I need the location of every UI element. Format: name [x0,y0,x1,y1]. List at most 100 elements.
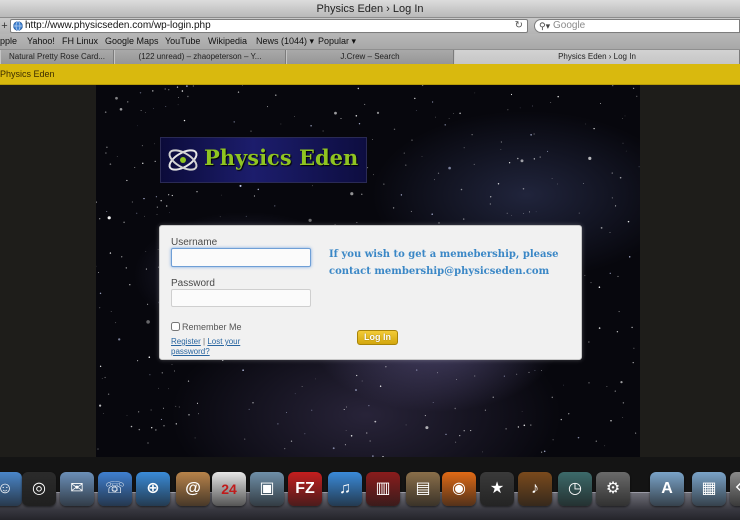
star [165,106,167,107]
star [139,92,142,94]
password-input[interactable] [171,289,311,307]
star [137,125,138,127]
star [160,418,162,420]
star [616,331,619,333]
site-name-link[interactable]: Physics Eden [0,64,55,84]
star [584,275,586,276]
remember-me-label[interactable]: Remember Me [182,321,242,333]
dashboard-icon[interactable]: ◎ [22,472,56,506]
star [421,156,423,158]
star [196,191,198,193]
search-field[interactable]: ⚲▾ Google [534,19,740,33]
time-machine-icon[interactable]: ◷ [558,472,592,506]
register-link[interactable]: Register [171,337,201,346]
star [578,212,580,214]
star [470,430,472,432]
applications-folder-icon[interactable]: A [650,472,684,506]
star [129,284,131,286]
star [520,159,524,163]
address-book-icon[interactable]: @ [176,472,210,506]
star [547,150,549,152]
bookmark-news[interactable]: News (1044) ▾ [256,34,314,49]
star [588,341,590,343]
star [137,360,139,362]
bookmark-fh-linux[interactable]: FH Linux [62,34,98,49]
star [590,282,592,284]
star [168,212,170,213]
star [539,156,541,158]
photo-booth-icon[interactable]: ▥ [366,472,400,506]
bookmark-google-maps[interactable]: Google Maps [105,34,159,49]
bookmark-popular[interactable]: Popular ▾ [318,34,356,49]
itunes-icon[interactable]: ♫ [328,472,362,506]
bookmark-wikipedia[interactable]: Wikipedia [208,34,247,49]
preview-icon[interactable]: ▤ [406,472,440,506]
ical-icon[interactable]: 24 [212,472,246,506]
star [593,127,595,130]
star [332,447,335,450]
star [500,148,502,150]
address-bar[interactable]: http://www.physicseden.com/wp-login.php … [10,19,528,33]
site-logo[interactable]: Physics Eden [160,137,367,183]
star [127,101,129,103]
finder-icon[interactable]: ☺ [0,472,22,506]
documents-folder-icon[interactable]: ▦ [692,472,726,506]
star [379,385,382,387]
filezilla-icon[interactable]: FZ [288,472,322,506]
add-bookmark-button[interactable]: + [0,19,9,33]
trash-icon[interactable]: ⌫ [730,472,740,506]
tab-physics-eden-login[interactable]: Physics Eden › Log In [454,50,740,64]
username-input[interactable] [171,248,311,267]
star [308,218,312,222]
star [615,205,617,207]
star [588,156,592,160]
star [366,432,368,434]
star [310,124,312,127]
star [535,211,537,213]
star [105,152,107,154]
star [373,174,374,176]
tab-jcrew-search[interactable]: J.Crew – Search [286,50,454,64]
tab-natural-pretty-rose[interactable]: Natural Pretty Rose Card... [0,50,114,64]
star [176,86,179,88]
imovie-icon[interactable]: ★ [480,472,514,506]
remember-me-checkbox[interactable] [171,322,180,331]
star [459,112,461,115]
iphoto-icon[interactable]: ▣ [250,472,284,506]
bookmark-youtube[interactable]: YouTube [165,34,200,49]
star [551,178,553,179]
star [598,286,601,288]
mail-icon[interactable]: ✉ [60,472,94,506]
bookmark-yahoo[interactable]: Yahoo! [27,34,55,49]
star [435,116,436,118]
reload-icon[interactable]: ↻ [515,20,523,32]
star [489,196,492,198]
star [415,369,418,371]
star [497,183,500,185]
star [311,409,313,411]
star [521,411,523,413]
tab-unread-mail[interactable]: (122 unread) – zhaopeterson – Y... [114,50,286,64]
star [98,272,100,274]
star [625,150,627,152]
safari-icon[interactable]: ⊕ [136,472,170,506]
star [130,425,133,428]
star [523,424,526,427]
globe-icon [13,21,23,31]
star [622,117,624,119]
star [437,172,440,174]
star [244,438,246,440]
star [126,415,128,416]
star [357,87,360,90]
star [372,139,373,140]
garageband-icon[interactable]: ♪ [518,472,552,506]
logo-text: Physics Eden [204,145,359,170]
login-button[interactable]: Log In [357,330,398,345]
star [568,413,570,415]
system-preferences-icon[interactable]: ⚙ [596,472,630,506]
firefox-icon[interactable]: ◉ [442,472,476,506]
ichat-icon[interactable]: ☏ [98,472,132,506]
star [543,450,546,453]
star [489,203,491,205]
bookmark-apple[interactable]: pple [0,34,17,49]
